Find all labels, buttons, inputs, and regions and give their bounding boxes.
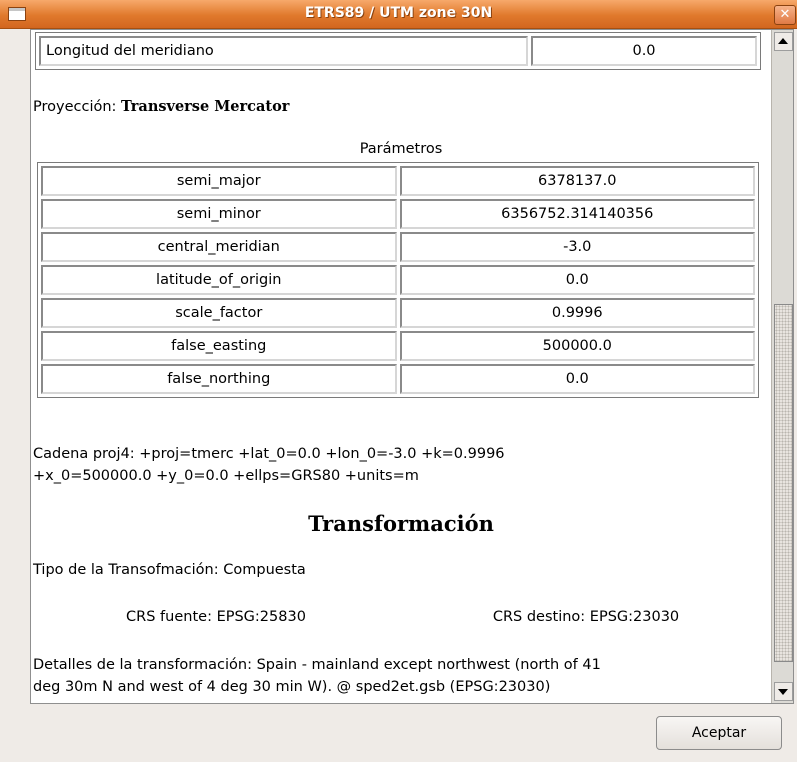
close-button[interactable]: ✕ [774,5,796,25]
source-crs: CRS fuente: EPSG:25830 [126,609,306,625]
table-row: scale_factor 0.9996 [41,298,755,328]
param-name: false_northing [41,364,397,394]
param-value: 0.0 [399,265,755,295]
param-name: central_meridian [41,232,397,262]
param-value: 500000.0 [399,331,755,361]
table-row: semi_minor 6356752.314140356 [41,199,755,229]
meridian-label: Longitud del meridiano [39,36,528,66]
param-name: scale_factor [41,298,397,328]
scroll-up-button[interactable] [774,32,793,51]
arrow-up-icon [778,38,788,44]
param-value: 6378137.0 [399,166,755,196]
transformation-heading: Transformación [308,511,494,536]
proj4-line-1: Cadena proj4: +proj=tmerc +lat_0=0.0 +lo… [33,446,505,462]
scroll-viewport: Longitud del meridiano 0.0 Proyección: T… [31,30,771,703]
table-row: false_easting 500000.0 [41,331,755,361]
param-value: 0.9996 [399,298,755,328]
scrollbar-thumb[interactable] [774,304,793,662]
parameters-table: semi_major 6378137.0 semi_minor 6356752.31… [37,162,759,398]
close-icon: ✕ [779,7,791,22]
meridian-table: Longitud del meridiano 0.0 [35,32,761,70]
table-row: false_northing 0.0 [41,364,755,394]
param-value: -3.0 [399,232,755,262]
transformation-type: Tipo de la Transofmación: Compuesta [33,562,306,578]
accept-button[interactable]: Aceptar [656,716,782,750]
param-name: semi_minor [41,199,397,229]
projection-name: Transverse Mercator [121,98,290,115]
table-row: Longitud del meridiano 0.0 [39,36,757,66]
window-title: ETRS89 / UTM zone 30N [304,5,493,21]
meridian-value: 0.0 [531,36,757,66]
table-row: central_meridian -3.0 [41,232,755,262]
param-name: latitude_of_origin [41,265,397,295]
arrow-down-icon [778,689,788,695]
projection-label: Proyección: [33,99,117,115]
param-name: false_easting [41,331,397,361]
table-row: semi_major 6378137.0 [41,166,755,196]
target-crs: CRS destino: EPSG:23030 [492,609,680,625]
scroll-down-button[interactable] [774,682,793,701]
param-value: 6356752.314140356 [399,199,755,229]
vertical-scrollbar[interactable] [771,30,793,703]
table-row: latitude_of_origin 0.0 [41,265,755,295]
title-bar[interactable]: ETRS89 / UTM zone 30N ✕ [0,0,797,29]
crs-details-panel: Longitud del meridiano 0.0 Proyección: T… [30,29,794,704]
transformation-details-line-2: deg 30m N and west of 4 deg 30 min W). @… [33,679,551,695]
parameters-caption: Parámetros [359,141,443,157]
param-name: semi_major [41,166,397,196]
param-value: 0.0 [399,364,755,394]
transformation-details-line-1: Detalles de la transformación: Spain - m… [33,657,601,673]
projection-line: Proyección: Transverse Mercator [33,98,289,115]
proj4-line-2: +x_0=500000.0 +y_0=0.0 +ellps=GRS80 +uni… [33,468,419,484]
crs-info-dialog: ETRS89 / UTM zone 30N ✕ Longitud del mer… [0,0,797,762]
